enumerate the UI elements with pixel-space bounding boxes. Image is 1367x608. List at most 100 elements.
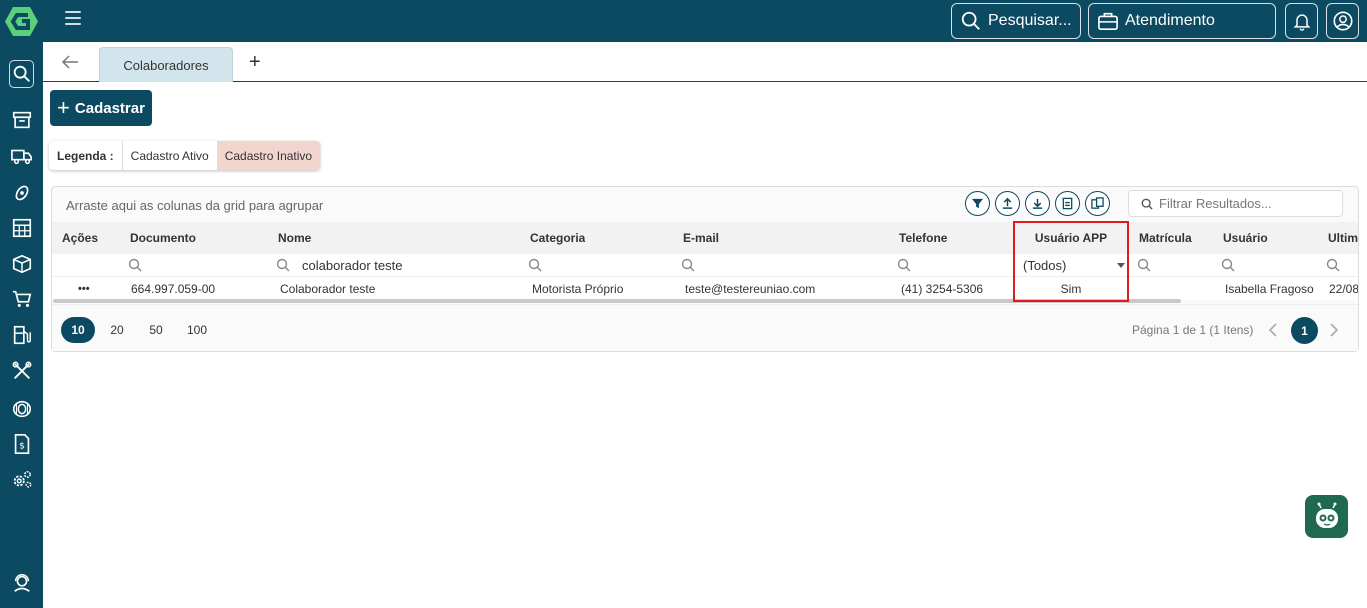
- search-icon[interactable]: [9, 60, 34, 88]
- cell-documento: 664.997.059-00: [131, 281, 216, 296]
- filter-results-input[interactable]: Filtrar Resultados...: [1128, 190, 1343, 217]
- cell-email: teste@testereuniao.com: [685, 281, 816, 296]
- filter-results-placeholder: Filtrar Resultados...: [1159, 196, 1272, 211]
- cell-categoria: Motorista Próprio: [532, 281, 624, 296]
- search-icon: [1326, 258, 1340, 272]
- column-header-matricula[interactable]: Matrícula: [1139, 222, 1192, 254]
- calculator-icon[interactable]: [9, 215, 34, 240]
- filter-nome-value: colaborador teste: [302, 257, 403, 273]
- fuel-icon[interactable]: [9, 322, 34, 347]
- chatbot-button[interactable]: [1305, 495, 1348, 538]
- cell-nome: Colaborador teste: [280, 281, 376, 296]
- route-icon[interactable]: [9, 180, 34, 205]
- column-chooser-button[interactable]: [1085, 191, 1110, 216]
- global-search-button[interactable]: Pesquisar...: [951, 3, 1081, 39]
- chevron-right-icon[interactable]: [1329, 322, 1339, 338]
- invoice-icon[interactable]: $: [9, 431, 34, 456]
- add-tab-button[interactable]: +: [249, 52, 261, 72]
- search-icon: [897, 258, 911, 272]
- column-header-telefone[interactable]: Telefone: [899, 222, 947, 254]
- page-size-10[interactable]: 10: [61, 317, 95, 343]
- usuario-app-highlight-box: [1013, 221, 1129, 302]
- filter-categoria[interactable]: [528, 254, 542, 276]
- tire-icon[interactable]: [9, 396, 34, 421]
- page-size-20[interactable]: 20: [100, 317, 134, 343]
- back-arrow-icon[interactable]: [61, 54, 79, 70]
- group-panel-hint[interactable]: Arraste aqui as colunas da grid para agr…: [66, 198, 323, 213]
- notifications-button[interactable]: [1285, 3, 1318, 39]
- page-size-50[interactable]: 50: [139, 317, 173, 343]
- tab-bar: Colaboradores +: [43, 42, 1367, 82]
- export-pdf-button[interactable]: [1055, 191, 1080, 216]
- plus-icon: +: [57, 95, 70, 120]
- cart-icon[interactable]: [9, 286, 34, 311]
- settings-gears-icon[interactable]: [9, 467, 34, 492]
- sidebar: $: [0, 0, 43, 608]
- upload-icon: [1002, 197, 1013, 209]
- cell-telefone: (41) 3254-5306: [901, 281, 984, 296]
- legend-item-inativo: Cadastro Inativo: [216, 141, 321, 170]
- document-icon: [1062, 197, 1073, 210]
- filter-telefone[interactable]: [897, 254, 911, 276]
- filter-matricula[interactable]: [1137, 254, 1151, 276]
- menu-toggle-icon[interactable]: [65, 11, 81, 27]
- columns-icon: [1091, 197, 1104, 209]
- search-icon: [1221, 258, 1235, 272]
- search-icon: [1137, 258, 1151, 272]
- chevron-left-icon[interactable]: [1268, 322, 1278, 338]
- tools-icon[interactable]: [9, 358, 34, 383]
- atendimento-button[interactable]: Atendimento: [1088, 3, 1276, 39]
- filter-email[interactable]: [681, 254, 695, 276]
- bell-icon: [1293, 14, 1310, 31]
- filter-nome[interactable]: colaborador teste: [276, 254, 402, 276]
- row-actions-menu[interactable]: •••: [78, 277, 90, 300]
- page-number-1[interactable]: 1: [1291, 317, 1318, 344]
- robot-icon: [1315, 502, 1338, 528]
- truck-icon[interactable]: [9, 143, 34, 168]
- search-icon: [276, 258, 290, 272]
- column-header-usuario[interactable]: Usuário: [1223, 222, 1268, 254]
- data-grid: Arraste aqui as colunas da grid para agr…: [51, 186, 1359, 352]
- pager: 10 20 50 100 Página 1 de 1 (1 Itens) 1: [52, 304, 1358, 351]
- box-icon[interactable]: [9, 251, 34, 276]
- support-agent-icon[interactable]: [9, 570, 34, 595]
- page-size-100[interactable]: 100: [180, 317, 214, 343]
- briefcase-icon: [1098, 12, 1118, 30]
- archive-icon[interactable]: [9, 107, 34, 132]
- download-icon: [1032, 198, 1043, 209]
- top-bar: Pesquisar... Atendimento: [43, 0, 1367, 42]
- column-header-email[interactable]: E-mail: [683, 222, 719, 254]
- column-header-documento[interactable]: Documento: [130, 222, 196, 254]
- legend-label: Legenda :: [49, 141, 123, 170]
- app-logo[interactable]: [5, 5, 38, 38]
- horizontal-scrollbar[interactable]: [53, 299, 1181, 303]
- search-icon: [1141, 198, 1153, 210]
- search-icon: [681, 258, 695, 272]
- search-icon: [128, 258, 142, 272]
- grid-header-row: Ações Documento Nome Categoria E-mail Te…: [52, 222, 1358, 254]
- filter-ultima[interactable]: [1326, 254, 1340, 276]
- filter-toolbar-button[interactable]: [965, 191, 990, 216]
- grid-filter-row: colaborador teste (Todos): [52, 254, 1358, 276]
- user-profile-button[interactable]: [1326, 3, 1359, 39]
- cell-usuario: Isabella Fragoso: [1225, 281, 1314, 296]
- svg-text:$: $: [19, 440, 25, 451]
- table-row[interactable]: ••• 664.997.059-00 Colaborador teste Mot…: [52, 276, 1358, 300]
- column-header-categoria[interactable]: Categoria: [530, 222, 585, 254]
- column-header-acoes[interactable]: Ações: [62, 222, 98, 254]
- column-header-nome[interactable]: Nome: [278, 222, 311, 254]
- filter-documento[interactable]: [128, 254, 142, 276]
- upload-button[interactable]: [995, 191, 1020, 216]
- legend: Legenda : Cadastro Ativo Cadastro Inativ…: [49, 141, 321, 170]
- search-icon: [961, 11, 980, 30]
- legend-item-ativo: Cadastro Ativo: [130, 148, 209, 163]
- filter-icon: [971, 198, 984, 209]
- column-header-ultima[interactable]: Ultim: [1328, 222, 1358, 254]
- page-info: Página 1 de 1 (1 Itens): [1132, 323, 1254, 337]
- global-search-label: Pesquisar...: [988, 12, 1072, 29]
- user-circle-icon: [1332, 11, 1353, 31]
- cadastrar-button[interactable]: + Cadastrar: [50, 90, 152, 126]
- download-button[interactable]: [1025, 191, 1050, 216]
- tab-colaboradores[interactable]: Colaboradores: [99, 47, 233, 82]
- filter-usuario[interactable]: [1221, 254, 1235, 276]
